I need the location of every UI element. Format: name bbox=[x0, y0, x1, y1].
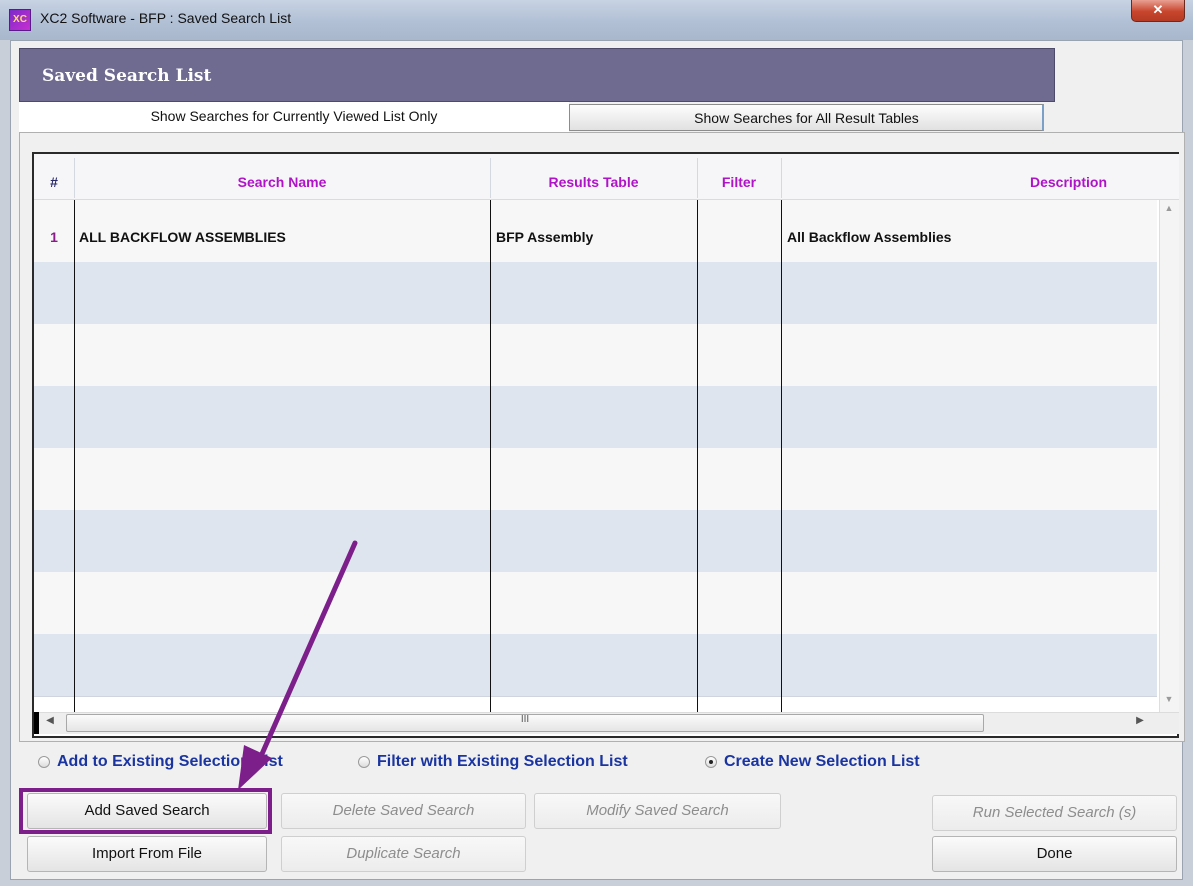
column-divider bbox=[490, 200, 491, 712]
import-from-file-button[interactable]: Import From File bbox=[27, 836, 267, 872]
radio-create-new[interactable] bbox=[705, 756, 717, 768]
radio-filter-existing[interactable] bbox=[358, 756, 370, 768]
column-header-search-name[interactable]: Search Name bbox=[74, 174, 490, 190]
radio-add-existing[interactable] bbox=[38, 756, 50, 768]
search-name-cell[interactable]: ALL BACKFLOW ASSEMBLIES bbox=[79, 229, 286, 245]
table-row[interactable] bbox=[34, 572, 1157, 635]
scroll-right-icon[interactable]: ▶ bbox=[1130, 715, 1150, 726]
table-row[interactable] bbox=[34, 634, 1157, 697]
column-header-filter[interactable]: Filter bbox=[697, 174, 781, 190]
duplicate-search-button[interactable]: Duplicate Search bbox=[281, 836, 526, 872]
delete-saved-search-button[interactable]: Delete Saved Search bbox=[281, 793, 526, 829]
window-title: XC2 Software - BFP : Saved Search List bbox=[40, 10, 292, 26]
table-row[interactable] bbox=[34, 510, 1157, 573]
scroll-grip-icon: III bbox=[520, 714, 530, 725]
app-icon: XC bbox=[9, 9, 31, 31]
scroll-up-icon[interactable]: ▲ bbox=[1159, 203, 1179, 217]
page-title: Saved Search List bbox=[42, 66, 212, 86]
column-divider bbox=[74, 200, 75, 712]
column-divider bbox=[697, 200, 698, 712]
run-selected-search-button[interactable]: Run Selected Search (s) bbox=[932, 795, 1177, 831]
tab-current-list-label[interactable]: Show Searches for Currently Viewed List … bbox=[19, 108, 569, 124]
scrollbar-corner bbox=[34, 712, 39, 734]
table-row[interactable] bbox=[34, 448, 1157, 511]
close-button[interactable]: ✕ bbox=[1131, 0, 1185, 22]
scroll-left-icon[interactable]: ◀ bbox=[40, 715, 60, 726]
scroll-down-icon[interactable]: ▼ bbox=[1159, 694, 1179, 708]
annotation-highlight-box bbox=[19, 788, 272, 834]
done-button[interactable]: Done bbox=[932, 836, 1177, 872]
description-cell[interactable]: All Backflow Assemblies bbox=[787, 229, 951, 245]
table-row[interactable] bbox=[34, 324, 1157, 387]
radio-add-existing-label[interactable]: Add to Existing Selection List bbox=[57, 753, 283, 771]
tab-all-result-tables-label[interactable]: Show Searches for All Result Tables bbox=[569, 110, 1044, 126]
column-divider bbox=[781, 200, 782, 712]
vertical-scrollbar[interactable] bbox=[1159, 200, 1179, 712]
column-header-number[interactable]: # bbox=[34, 174, 74, 190]
radio-create-new-label[interactable]: Create New Selection List bbox=[724, 753, 920, 771]
column-header-results-table[interactable]: Results Table bbox=[490, 174, 697, 190]
table-row[interactable] bbox=[34, 262, 1157, 325]
table-row[interactable] bbox=[34, 386, 1157, 449]
results-table-cell[interactable]: BFP Assembly bbox=[496, 229, 593, 245]
modify-saved-search-button[interactable]: Modify Saved Search bbox=[534, 793, 781, 829]
row-number: 1 bbox=[50, 229, 58, 245]
column-header-description[interactable]: Description bbox=[781, 174, 1193, 190]
radio-filter-existing-label[interactable]: Filter with Existing Selection List bbox=[377, 753, 628, 771]
